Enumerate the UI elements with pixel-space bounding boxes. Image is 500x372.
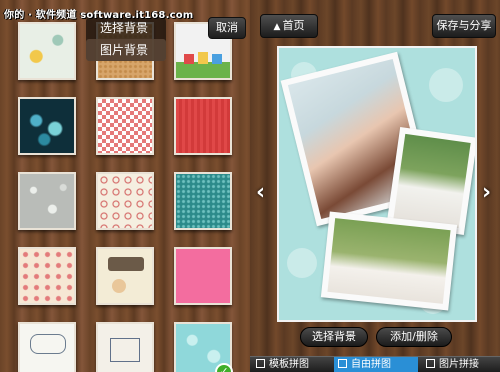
menu-item-image-background[interactable]: 图片背景 xyxy=(86,39,166,61)
bg-bubble xyxy=(287,248,317,278)
select-background-button[interactable]: 选择背景 xyxy=(300,327,368,347)
thumb-pattern-aqua-bubbles[interactable]: ✓ xyxy=(174,322,233,372)
tab-label: 自由拼图 xyxy=(351,359,391,370)
prev-arrow-icon[interactable]: ‹ xyxy=(256,180,265,205)
bg-bubble xyxy=(429,68,463,102)
next-arrow-icon[interactable]: › xyxy=(482,180,491,205)
background-type-menu: 选择背景 图片背景 xyxy=(86,17,166,61)
tab-image-stitch[interactable]: 图片拼接 xyxy=(422,357,500,372)
save-share-button[interactable]: 保存与分享 xyxy=(432,14,496,38)
collage-canvas[interactable] xyxy=(277,46,477,322)
photo-frame-bottom[interactable] xyxy=(320,211,458,311)
thumb-pattern-house[interactable] xyxy=(96,322,154,372)
thumb-pattern-circles[interactable] xyxy=(96,172,154,230)
home-button[interactable]: ▲ 首页 xyxy=(260,14,318,38)
mode-tab-bar: 模板拼图 自由拼图 图片拼接 xyxy=(250,356,500,372)
selected-check-icon: ✓ xyxy=(215,363,233,372)
thumb-pattern-bokeh[interactable] xyxy=(18,97,76,155)
photo-cat xyxy=(327,218,451,304)
thumb-pattern-teal-grid[interactable] xyxy=(174,172,232,230)
free-collage-icon xyxy=(338,359,347,368)
thumb-pattern-pink[interactable] xyxy=(174,247,232,305)
thumb-pattern-sketch[interactable] xyxy=(18,322,76,372)
stitch-icon xyxy=(426,359,435,368)
watermark: 你的 · 软件频道 software.it168.com xyxy=(4,10,194,21)
tab-free-collage[interactable]: 自由拼图 xyxy=(334,357,418,372)
thumb-pattern-raindrops[interactable] xyxy=(18,172,76,230)
home-icon: ▲ xyxy=(273,22,281,32)
tab-template-collage[interactable]: 模板拼图 xyxy=(252,357,334,372)
photo-garden xyxy=(393,133,471,229)
add-remove-button[interactable]: 添加/删除 xyxy=(376,327,452,347)
thumb-pattern-doodle[interactable] xyxy=(18,22,76,80)
tab-label: 模板拼图 xyxy=(269,359,309,370)
thumb-pattern-checker[interactable] xyxy=(96,97,154,155)
template-icon xyxy=(256,359,265,368)
thumb-pattern-cartoon[interactable] xyxy=(96,247,154,305)
cancel-button[interactable]: 取消 xyxy=(208,17,246,39)
tab-label: 图片拼接 xyxy=(439,359,479,370)
thumb-pattern-red-stripes[interactable] xyxy=(174,97,232,155)
home-label: 首页 xyxy=(282,19,305,32)
thumb-pattern-flowers[interactable] xyxy=(18,247,76,305)
